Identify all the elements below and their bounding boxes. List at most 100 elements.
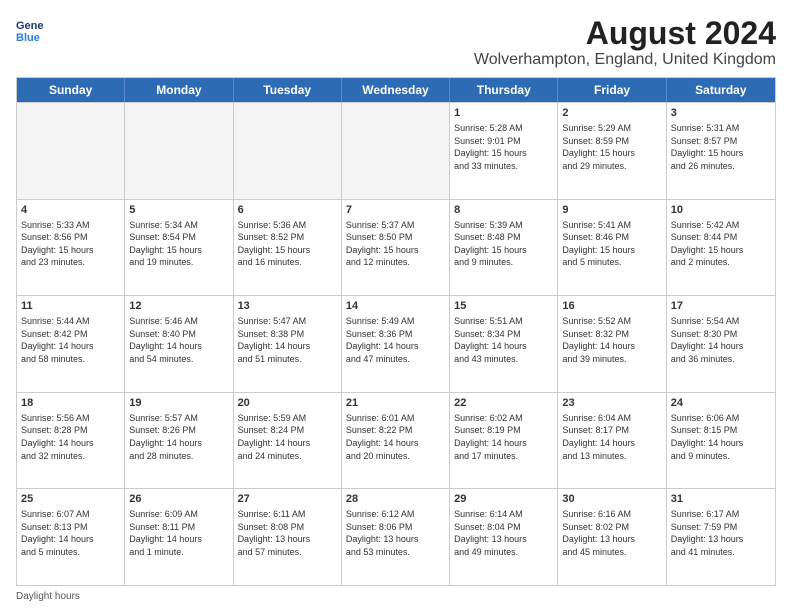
day-info: Sunrise: 5:37 AM Sunset: 8:50 PM Dayligh… xyxy=(346,219,445,269)
day-info: Sunrise: 5:33 AM Sunset: 8:56 PM Dayligh… xyxy=(21,219,120,269)
day-info: Sunrise: 5:31 AM Sunset: 8:57 PM Dayligh… xyxy=(671,122,771,172)
calendar: SundayMondayTuesdayWednesdayThursdayFrid… xyxy=(16,77,776,586)
day-number: 1 xyxy=(454,106,553,121)
cal-cell-30: 30Sunrise: 6:16 AM Sunset: 8:02 PM Dayli… xyxy=(558,489,666,585)
cal-cell-31: 31Sunrise: 6:17 AM Sunset: 7:59 PM Dayli… xyxy=(667,489,775,585)
day-info: Sunrise: 5:47 AM Sunset: 8:38 PM Dayligh… xyxy=(238,315,337,365)
cal-cell-16: 16Sunrise: 5:52 AM Sunset: 8:32 PM Dayli… xyxy=(558,296,666,392)
cal-cell-empty-0-3 xyxy=(342,103,450,199)
day-number: 28 xyxy=(346,492,445,507)
calendar-week-1: 1Sunrise: 5:28 AM Sunset: 9:01 PM Daylig… xyxy=(17,102,775,199)
day-number: 19 xyxy=(129,396,228,411)
cal-cell-8: 8Sunrise: 5:39 AM Sunset: 8:48 PM Daylig… xyxy=(450,200,558,296)
calendar-header-row: SundayMondayTuesdayWednesdayThursdayFrid… xyxy=(17,78,775,102)
cal-cell-18: 18Sunrise: 5:56 AM Sunset: 8:28 PM Dayli… xyxy=(17,393,125,489)
day-number: 9 xyxy=(562,203,661,218)
cal-cell-5: 5Sunrise: 5:34 AM Sunset: 8:54 PM Daylig… xyxy=(125,200,233,296)
cal-cell-1: 1Sunrise: 5:28 AM Sunset: 9:01 PM Daylig… xyxy=(450,103,558,199)
day-info: Sunrise: 6:16 AM Sunset: 8:02 PM Dayligh… xyxy=(562,508,661,558)
day-header-friday: Friday xyxy=(558,78,666,102)
day-info: Sunrise: 6:04 AM Sunset: 8:17 PM Dayligh… xyxy=(562,412,661,462)
cal-cell-6: 6Sunrise: 5:36 AM Sunset: 8:52 PM Daylig… xyxy=(234,200,342,296)
cal-cell-empty-0-0 xyxy=(17,103,125,199)
day-info: Sunrise: 6:17 AM Sunset: 7:59 PM Dayligh… xyxy=(671,508,771,558)
calendar-body: 1Sunrise: 5:28 AM Sunset: 9:01 PM Daylig… xyxy=(17,102,775,585)
cal-cell-28: 28Sunrise: 6:12 AM Sunset: 8:06 PM Dayli… xyxy=(342,489,450,585)
day-header-thursday: Thursday xyxy=(450,78,558,102)
day-number: 17 xyxy=(671,299,771,314)
title-block: August 2024 Wolverhampton, England, Unit… xyxy=(474,16,776,69)
cal-cell-4: 4Sunrise: 5:33 AM Sunset: 8:56 PM Daylig… xyxy=(17,200,125,296)
svg-text:Blue: Blue xyxy=(16,32,40,44)
day-info: Sunrise: 5:56 AM Sunset: 8:28 PM Dayligh… xyxy=(21,412,120,462)
day-info: Sunrise: 6:14 AM Sunset: 8:04 PM Dayligh… xyxy=(454,508,553,558)
day-info: Sunrise: 5:54 AM Sunset: 8:30 PM Dayligh… xyxy=(671,315,771,365)
cal-cell-empty-0-1 xyxy=(125,103,233,199)
day-header-sunday: Sunday xyxy=(17,78,125,102)
day-info: Sunrise: 5:34 AM Sunset: 8:54 PM Dayligh… xyxy=(129,219,228,269)
cal-cell-20: 20Sunrise: 5:59 AM Sunset: 8:24 PM Dayli… xyxy=(234,393,342,489)
location-subtitle: Wolverhampton, England, United Kingdom xyxy=(474,51,776,69)
day-number: 29 xyxy=(454,492,553,507)
day-info: Sunrise: 6:02 AM Sunset: 8:19 PM Dayligh… xyxy=(454,412,553,462)
cal-cell-23: 23Sunrise: 6:04 AM Sunset: 8:17 PM Dayli… xyxy=(558,393,666,489)
day-number: 12 xyxy=(129,299,228,314)
day-info: Sunrise: 5:49 AM Sunset: 8:36 PM Dayligh… xyxy=(346,315,445,365)
day-number: 5 xyxy=(129,203,228,218)
logo: General Blue xyxy=(16,16,44,44)
day-number: 31 xyxy=(671,492,771,507)
day-number: 2 xyxy=(562,106,661,121)
day-number: 4 xyxy=(21,203,120,218)
day-number: 3 xyxy=(671,106,771,121)
day-number: 18 xyxy=(21,396,120,411)
day-number: 27 xyxy=(238,492,337,507)
calendar-week-2: 4Sunrise: 5:33 AM Sunset: 8:56 PM Daylig… xyxy=(17,199,775,296)
month-year-title: August 2024 xyxy=(474,16,776,51)
day-info: Sunrise: 5:41 AM Sunset: 8:46 PM Dayligh… xyxy=(562,219,661,269)
day-info: Sunrise: 5:29 AM Sunset: 8:59 PM Dayligh… xyxy=(562,122,661,172)
day-number: 16 xyxy=(562,299,661,314)
cal-cell-26: 26Sunrise: 6:09 AM Sunset: 8:11 PM Dayli… xyxy=(125,489,233,585)
cal-cell-10: 10Sunrise: 5:42 AM Sunset: 8:44 PM Dayli… xyxy=(667,200,775,296)
day-info: Sunrise: 5:36 AM Sunset: 8:52 PM Dayligh… xyxy=(238,219,337,269)
day-info: Sunrise: 5:44 AM Sunset: 8:42 PM Dayligh… xyxy=(21,315,120,365)
day-number: 25 xyxy=(21,492,120,507)
cal-cell-24: 24Sunrise: 6:06 AM Sunset: 8:15 PM Dayli… xyxy=(667,393,775,489)
day-number: 11 xyxy=(21,299,120,314)
day-info: Sunrise: 5:46 AM Sunset: 8:40 PM Dayligh… xyxy=(129,315,228,365)
cal-cell-3: 3Sunrise: 5:31 AM Sunset: 8:57 PM Daylig… xyxy=(667,103,775,199)
calendar-week-3: 11Sunrise: 5:44 AM Sunset: 8:42 PM Dayli… xyxy=(17,295,775,392)
day-number: 26 xyxy=(129,492,228,507)
day-info: Sunrise: 5:42 AM Sunset: 8:44 PM Dayligh… xyxy=(671,219,771,269)
day-number: 24 xyxy=(671,396,771,411)
day-info: Sunrise: 5:39 AM Sunset: 8:48 PM Dayligh… xyxy=(454,219,553,269)
day-info: Sunrise: 6:11 AM Sunset: 8:08 PM Dayligh… xyxy=(238,508,337,558)
cal-cell-17: 17Sunrise: 5:54 AM Sunset: 8:30 PM Dayli… xyxy=(667,296,775,392)
day-header-monday: Monday xyxy=(125,78,233,102)
cal-cell-11: 11Sunrise: 5:44 AM Sunset: 8:42 PM Dayli… xyxy=(17,296,125,392)
calendar-week-5: 25Sunrise: 6:07 AM Sunset: 8:13 PM Dayli… xyxy=(17,488,775,585)
day-number: 21 xyxy=(346,396,445,411)
page-header: General Blue August 2024 Wolverhampton, … xyxy=(16,16,776,69)
day-info: Sunrise: 6:06 AM Sunset: 8:15 PM Dayligh… xyxy=(671,412,771,462)
cal-cell-19: 19Sunrise: 5:57 AM Sunset: 8:26 PM Dayli… xyxy=(125,393,233,489)
cal-cell-12: 12Sunrise: 5:46 AM Sunset: 8:40 PM Dayli… xyxy=(125,296,233,392)
day-number: 30 xyxy=(562,492,661,507)
day-info: Sunrise: 5:28 AM Sunset: 9:01 PM Dayligh… xyxy=(454,122,553,172)
day-number: 20 xyxy=(238,396,337,411)
cal-cell-9: 9Sunrise: 5:41 AM Sunset: 8:46 PM Daylig… xyxy=(558,200,666,296)
day-info: Sunrise: 6:09 AM Sunset: 8:11 PM Dayligh… xyxy=(129,508,228,558)
cal-cell-14: 14Sunrise: 5:49 AM Sunset: 8:36 PM Dayli… xyxy=(342,296,450,392)
day-number: 23 xyxy=(562,396,661,411)
day-info: Sunrise: 6:12 AM Sunset: 8:06 PM Dayligh… xyxy=(346,508,445,558)
footer-note: Daylight hours xyxy=(16,591,776,602)
cal-cell-2: 2Sunrise: 5:29 AM Sunset: 8:59 PM Daylig… xyxy=(558,103,666,199)
day-number: 7 xyxy=(346,203,445,218)
day-info: Sunrise: 5:59 AM Sunset: 8:24 PM Dayligh… xyxy=(238,412,337,462)
cal-cell-25: 25Sunrise: 6:07 AM Sunset: 8:13 PM Dayli… xyxy=(17,489,125,585)
cal-cell-7: 7Sunrise: 5:37 AM Sunset: 8:50 PM Daylig… xyxy=(342,200,450,296)
cal-cell-13: 13Sunrise: 5:47 AM Sunset: 8:38 PM Dayli… xyxy=(234,296,342,392)
day-header-tuesday: Tuesday xyxy=(234,78,342,102)
day-info: Sunrise: 6:01 AM Sunset: 8:22 PM Dayligh… xyxy=(346,412,445,462)
day-number: 10 xyxy=(671,203,771,218)
